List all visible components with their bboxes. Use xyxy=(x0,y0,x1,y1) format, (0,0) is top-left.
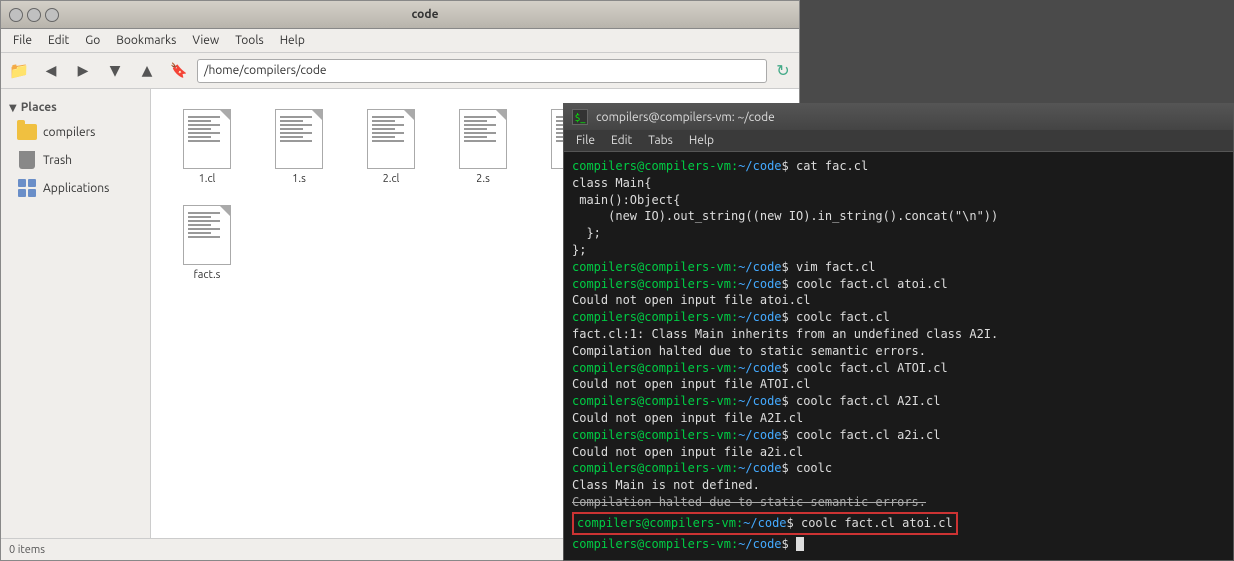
term-line-11: fact.cl:1: Class Main inherits from an u… xyxy=(572,326,1225,343)
term-line-13: compilers@compilers-vm:~/code$ coolc fac… xyxy=(572,360,1225,377)
sidebar-trash-label: Trash xyxy=(43,154,72,167)
sidebar-item-compilers[interactable]: compilers xyxy=(1,118,150,146)
file-label-2cl: 2.cl xyxy=(383,173,400,185)
places-label: Places xyxy=(21,101,57,114)
reload-button[interactable]: ↻ xyxy=(771,59,795,83)
dropdown-button[interactable]: ▼ xyxy=(101,57,129,85)
term-line-10: compilers@compilers-vm:~/code$ coolc fac… xyxy=(572,309,1225,326)
fm-titlebar: code xyxy=(1,1,799,29)
term-line-5: }; xyxy=(572,225,1225,242)
terminal-icon: $_ xyxy=(572,109,588,125)
file-item-2s[interactable]: 2.s xyxy=(443,105,523,189)
sidebar-item-applications[interactable]: Applications xyxy=(1,174,150,202)
file-doc-icon-1cl xyxy=(183,109,231,169)
location-bar[interactable]: /home/compilers/code xyxy=(197,59,767,83)
term-line-2: class Main{ xyxy=(572,175,1225,192)
terminal-content[interactable]: compilers@compilers-vm:~/code$ cat fac.c… xyxy=(564,152,1233,560)
forward-button[interactable]: ▶ xyxy=(69,57,97,85)
trash-icon xyxy=(17,150,37,170)
compilers-folder-icon xyxy=(17,122,37,142)
term-line-20: Class Main is not defined. xyxy=(572,477,1225,494)
bookmark-button[interactable]: 🔖 xyxy=(165,57,193,85)
up-button[interactable]: ▲ xyxy=(133,57,161,85)
status-text: 0 items xyxy=(9,544,45,556)
file-item-1s[interactable]: 1.s xyxy=(259,105,339,189)
window-title: code xyxy=(59,8,791,21)
fm-sidebar: ▼ Places compilers Trash xyxy=(1,89,151,538)
bookmark-icon: 🔖 xyxy=(170,62,187,79)
term-line-9: Could not open input file atoi.cl xyxy=(572,292,1225,309)
close-button[interactable] xyxy=(9,8,23,22)
file-item-2cl[interactable]: 2.cl xyxy=(351,105,431,189)
fm-toolbar: 📁 ◀ ▶ ▼ ▲ 🔖 /home/compilers/code ↻ xyxy=(1,53,799,89)
term-line-4: (new IO).out_string((new IO).in_string()… xyxy=(572,208,1225,225)
term-menu-edit[interactable]: Edit xyxy=(603,132,640,149)
term-line-23: compilers@compilers-vm:~/code$ xyxy=(572,536,1225,553)
term-line-18: Could not open input file a2i.cl xyxy=(572,444,1225,461)
file-label-1cl: 1.cl xyxy=(199,173,216,185)
places-arrow-icon: ▼ xyxy=(9,102,17,114)
term-line-17: compilers@compilers-vm:~/code$ coolc fac… xyxy=(572,427,1225,444)
term-line-16: Could not open input file A2I.cl xyxy=(572,410,1225,427)
term-menubar: File Edit Tabs Help xyxy=(564,130,1233,152)
term-menu-tabs[interactable]: Tabs xyxy=(640,132,681,149)
menu-tools[interactable]: Tools xyxy=(227,32,272,49)
applications-icon xyxy=(17,178,37,198)
sidebar-applications-label: Applications xyxy=(43,182,109,195)
file-doc-icon-1s xyxy=(275,109,323,169)
file-label-facts: fact.s xyxy=(194,269,221,281)
term-line-15: compilers@compilers-vm:~/code$ coolc fac… xyxy=(572,393,1225,410)
back-icon: ◀ xyxy=(46,62,57,79)
file-item-facts[interactable]: fact.s xyxy=(167,201,247,285)
term-line-1: compilers@compilers-vm:~/code$ cat fac.c… xyxy=(572,158,1225,175)
file-label-2s: 2.s xyxy=(476,173,490,185)
forward-icon: ▶ xyxy=(78,62,89,79)
term-line-22: compilers@compilers-vm:~/code$ coolc fac… xyxy=(572,512,958,535)
minimize-button[interactable] xyxy=(27,8,41,22)
back-button[interactable]: ◀ xyxy=(37,57,65,85)
file-doc-icon-2cl xyxy=(367,109,415,169)
fm-menubar: File Edit Go Bookmarks View Tools Help xyxy=(1,29,799,53)
new-folder-button[interactable]: 📁 xyxy=(5,57,33,85)
term-line-7: compilers@compilers-vm:~/code$ vim fact.… xyxy=(572,259,1225,276)
menu-help[interactable]: Help xyxy=(272,32,313,49)
menu-file[interactable]: File xyxy=(5,32,40,49)
terminal-cursor xyxy=(796,537,804,551)
term-line-21: Compilation halted due to static semanti… xyxy=(572,494,1225,511)
window-controls[interactable] xyxy=(9,8,59,22)
menu-view[interactable]: View xyxy=(184,32,227,49)
term-titlebar: $_ compilers@compilers-vm: ~/code xyxy=(564,104,1233,130)
menu-bookmarks[interactable]: Bookmarks xyxy=(108,32,184,49)
term-menu-file[interactable]: File xyxy=(568,132,603,149)
sidebar-compilers-label: compilers xyxy=(43,126,95,139)
menu-edit[interactable]: Edit xyxy=(40,32,77,49)
location-text: /home/compilers/code xyxy=(204,64,327,77)
file-item-1cl[interactable]: 1.cl xyxy=(167,105,247,189)
maximize-button[interactable] xyxy=(45,8,59,22)
term-line-12: Compilation halted due to static semanti… xyxy=(572,343,1225,360)
dropdown-icon: ▼ xyxy=(110,62,121,79)
term-line-8: compilers@compilers-vm:~/code$ coolc fac… xyxy=(572,276,1225,293)
term-title: compilers@compilers-vm: ~/code xyxy=(596,111,1225,124)
term-line-19: compilers@compilers-vm:~/code$ coolc xyxy=(572,460,1225,477)
terminal-window: $_ compilers@compilers-vm: ~/code File E… xyxy=(563,103,1234,561)
reload-icon: ↻ xyxy=(776,61,789,80)
sidebar-item-trash[interactable]: Trash xyxy=(1,146,150,174)
term-line-6: }; xyxy=(572,242,1225,259)
file-label-1s: 1.s xyxy=(292,173,306,185)
file-doc-icon-2s xyxy=(459,109,507,169)
term-line-3: main():Object{ xyxy=(572,192,1225,209)
term-line-14: Could not open input file ATOI.cl xyxy=(572,376,1225,393)
term-menu-help[interactable]: Help xyxy=(681,132,722,149)
menu-go[interactable]: Go xyxy=(77,32,108,49)
file-doc-icon-facts xyxy=(183,205,231,265)
new-folder-icon: 📁 xyxy=(9,61,29,80)
places-section[interactable]: ▼ Places xyxy=(1,97,150,118)
up-icon: ▲ xyxy=(142,62,153,79)
